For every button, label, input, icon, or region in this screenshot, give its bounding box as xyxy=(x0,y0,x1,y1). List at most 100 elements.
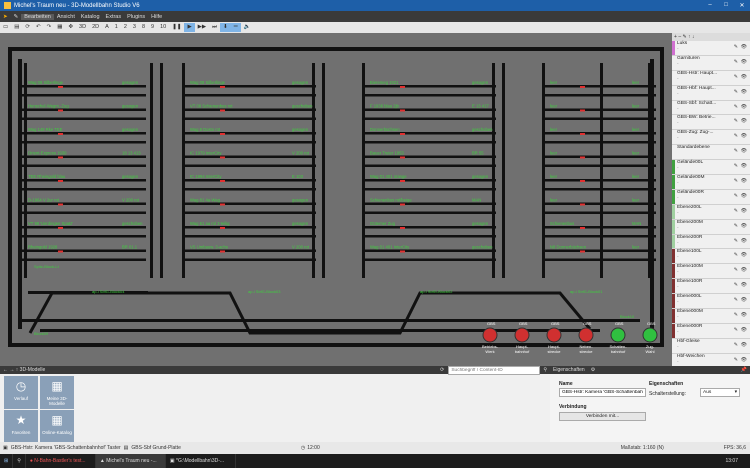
eye-icon[interactable]: 👁 xyxy=(741,282,747,288)
tile-verlauf[interactable]: ◷ Verlauf xyxy=(4,376,38,409)
pin-icon[interactable]: ✎ xyxy=(734,104,738,110)
tile-meine-modelle[interactable]: ▦ Meine 3D-Modelle xyxy=(40,376,74,409)
eye-icon[interactable]: 👁 xyxy=(741,148,747,154)
pin-icon[interactable]: ✎ xyxy=(734,252,738,258)
undo-icon[interactable]: ↶ xyxy=(33,23,44,32)
preset-2-button[interactable]: 2 xyxy=(121,23,130,32)
layer-row[interactable]: Ebene200R - ✎ 👁 xyxy=(672,234,750,250)
remove-layer-icon[interactable]: – xyxy=(678,34,681,40)
name-input[interactable] xyxy=(559,388,646,397)
edit-layer-icon[interactable]: ✎ xyxy=(682,34,686,40)
eye-icon[interactable]: 👁 xyxy=(741,104,747,110)
menu-hilfe[interactable]: Hilfe xyxy=(148,14,165,20)
step-icon[interactable]: ⏭ xyxy=(209,23,220,32)
layer-row[interactable]: GBS-Sbf: Schatt... - ✎ 👁 xyxy=(672,100,750,116)
model-search-input[interactable] xyxy=(448,365,541,375)
layer-row[interactable]: Luks - ✎ 👁 xyxy=(672,41,750,56)
menu-katalog[interactable]: Katalog xyxy=(78,14,103,20)
eye-icon[interactable]: 👁 xyxy=(741,312,747,318)
layer-row[interactable]: Ebene000R - ✎ 👁 xyxy=(672,323,750,339)
sound-icon[interactable]: 🔈 xyxy=(241,23,254,32)
close-button[interactable]: ✕ xyxy=(734,2,750,9)
pin-icon[interactable]: ✎ xyxy=(734,312,738,318)
layer-row[interactable]: Gelände00R - ✎ 👁 xyxy=(672,189,750,205)
select-icon[interactable]: ▦ xyxy=(54,23,65,32)
pin-icon[interactable]: ✎ xyxy=(734,282,738,288)
pin-icon[interactable]: ✎ xyxy=(734,178,738,184)
search-icon[interactable]: ⚲ xyxy=(543,367,547,373)
properties-settings-icon[interactable]: ⚙ xyxy=(591,367,595,373)
track-icon[interactable]: ═ xyxy=(230,23,241,32)
pin-icon[interactable]: ✎ xyxy=(734,148,738,154)
layer-row[interactable]: Ebene100R - ✎ 👁 xyxy=(672,279,750,295)
eye-icon[interactable]: 👁 xyxy=(741,223,747,229)
start-button[interactable]: ⊞ xyxy=(0,454,14,468)
gbs-button[interactable] xyxy=(642,327,658,343)
pin-icon[interactable]: ✎ xyxy=(734,238,738,244)
menu-plugins[interactable]: Plugins xyxy=(124,14,148,20)
taskbar-item-explorer[interactable]: ▣ *G:\Modellbahn\3D-... xyxy=(166,454,236,468)
text-button[interactable]: A xyxy=(102,23,112,32)
gbs-button[interactable] xyxy=(546,327,562,343)
pin-icon[interactable]: ✎ xyxy=(734,89,738,95)
maximize-button[interactable]: □ xyxy=(718,2,734,9)
layer-row[interactable]: Garnituren - ✎ 👁 xyxy=(672,55,750,71)
preset-9-button[interactable]: 9 xyxy=(148,23,157,32)
fast-forward-icon[interactable]: ▶▶ xyxy=(195,23,209,32)
taskbar-search-icon[interactable]: ⚲ xyxy=(13,454,26,468)
play-icon[interactable]: ▶ xyxy=(184,23,195,32)
layer-row[interactable]: GBS-Hstr: Haupt... - ✎ 👁 xyxy=(672,70,750,86)
preset-10-button[interactable]: 10 xyxy=(157,23,169,32)
pin-icon[interactable]: ✎ xyxy=(734,59,738,65)
pause-icon[interactable]: ❚❚ xyxy=(169,23,184,32)
pin-icon[interactable]: ✎ xyxy=(734,267,738,273)
menu-arrow-icon[interactable]: ➤ xyxy=(0,14,11,20)
gbs-button[interactable] xyxy=(514,327,530,343)
pin-icon[interactable]: ✎ xyxy=(734,208,738,214)
menu-edit-icon[interactable]: ✎ xyxy=(11,14,22,20)
pin-icon[interactable]: ✎ xyxy=(734,118,738,124)
layer-row[interactable]: GBS-Hbf: Haupt... - ✎ 👁 xyxy=(672,85,750,101)
eye-icon[interactable]: 👁 xyxy=(741,89,747,95)
layer-row[interactable]: Standardebene ✎ 👁 xyxy=(672,145,750,161)
back-icon[interactable]: ← xyxy=(3,367,8,373)
preset-8-button[interactable]: 8 xyxy=(139,23,148,32)
menu-extras[interactable]: Extras xyxy=(103,14,125,20)
view-3d-button[interactable]: 3D xyxy=(76,23,89,32)
gbs-button[interactable] xyxy=(578,327,594,343)
eye-icon[interactable]: 👁 xyxy=(741,118,747,124)
pin-icon[interactable]: ✎ xyxy=(734,133,738,139)
pin-icon[interactable]: ✎ xyxy=(734,357,738,363)
taskbar-item-browser[interactable]: ● N-Bahn-Bastler's test... xyxy=(26,454,96,468)
refresh-models-icon[interactable]: ⟳ xyxy=(440,367,444,373)
eye-icon[interactable]: 👁 xyxy=(741,208,747,214)
preset-1-button[interactable]: 1 xyxy=(112,23,121,32)
layer-row[interactable]: Gelände00M - ✎ 👁 xyxy=(672,175,750,190)
up-icon[interactable]: ↑ xyxy=(16,367,19,373)
eye-icon[interactable]: 👁 xyxy=(741,74,747,80)
eye-icon[interactable]: 👁 xyxy=(741,252,747,258)
eye-icon[interactable]: 👁 xyxy=(741,193,747,199)
layer-row[interactable]: GBS-Zug: Zug-... - ✎ 👁 xyxy=(672,130,750,146)
layer-row[interactable]: GBS-BW: Betrie... - ✎ 👁 xyxy=(672,115,750,131)
refresh-icon[interactable]: ⟳ xyxy=(22,23,33,32)
layer-row[interactable]: Gelände00L - ✎ 👁 xyxy=(672,160,750,176)
eye-icon[interactable]: 👁 xyxy=(741,267,747,273)
open-icon[interactable]: ▤ xyxy=(11,23,22,32)
move-icon[interactable]: ✥ xyxy=(65,23,76,32)
connect-button[interactable]: Verbinden mit... xyxy=(559,412,646,421)
layer-row[interactable]: Ebene000L - ✎ 👁 xyxy=(672,294,750,310)
eye-icon[interactable]: 👁 xyxy=(741,342,747,348)
pin-icon[interactable]: ✎ xyxy=(734,74,738,80)
minimize-button[interactable]: – xyxy=(702,2,718,9)
pin-icon[interactable]: ✎ xyxy=(734,342,738,348)
eye-icon[interactable]: 👁 xyxy=(741,44,747,50)
menu-ansicht[interactable]: Ansicht xyxy=(54,14,78,20)
tile-favoriten[interactable]: ★ Favoriten xyxy=(4,410,38,443)
pin-icon[interactable]: ✎ xyxy=(734,327,738,333)
redo-icon[interactable]: ↷ xyxy=(44,23,55,32)
eye-icon[interactable]: 👁 xyxy=(741,238,747,244)
layer-row[interactable]: Ebene200M - ✎ 👁 xyxy=(672,219,750,235)
taskbar-item-modellbahn[interactable]: ▲ Michel's Traum neu -... xyxy=(95,454,166,468)
download-icon[interactable]: ⬇ xyxy=(220,23,231,32)
